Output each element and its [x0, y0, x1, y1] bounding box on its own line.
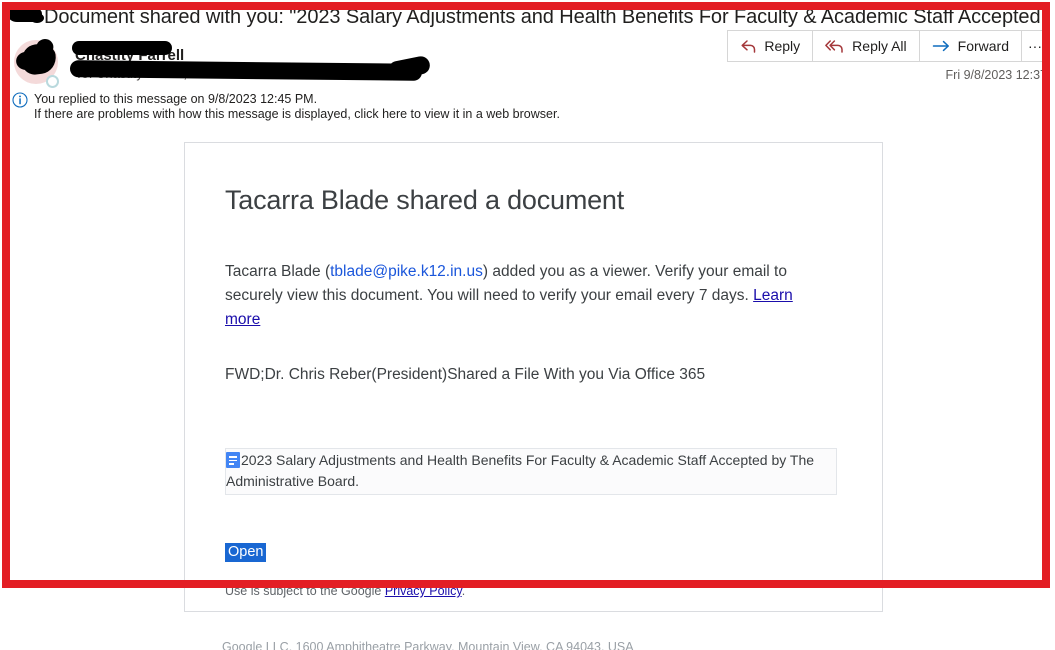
presence-indicator-icon [46, 75, 59, 88]
privacy-notice-suffix: . [461, 584, 466, 598]
page-title: Tacarra Blade shared a document [225, 185, 625, 215]
subject-line: Document shared with you: "2023 Salary A… [10, 3, 1050, 31]
privacy-policy-link[interactable]: Privacy Policy [385, 584, 462, 598]
share-description: Tacarra Blade (tblade@pike.k12.in.us) ad… [225, 260, 825, 332]
share-description-prefix: Tacarra Blade ( [225, 263, 331, 280]
reply-arrow-icon [740, 39, 757, 54]
document-link-chip[interactable]: 2023 Salary Adjustments and Health Benef… [225, 448, 837, 495]
sender-name-redaction-mark [72, 41, 172, 55]
subject-redaction-mark [8, 7, 44, 23]
google-docs-icon [226, 452, 240, 468]
subject-text: Document shared with you: "2023 Salary A… [44, 6, 1050, 28]
open-button[interactable]: Open [225, 543, 267, 562]
forward-button-label: Forward [957, 38, 1009, 54]
message-action-toolbar: Reply Reply All Forward ··· [727, 30, 1049, 62]
forward-note: FWD;Dr. Chris Reber(President)Shared a F… [225, 366, 706, 383]
reply-button-label: Reply [764, 38, 801, 54]
reply-all-button[interactable]: Reply All [812, 30, 919, 62]
card-content: Tacarra Blade shared a document Tacarra … [185, 143, 882, 598]
info-circle-icon [12, 92, 28, 108]
document-chip-title: 2023 Salary Adjustments and Health Benef… [226, 452, 815, 489]
reply-all-arrow-icon [825, 39, 845, 54]
more-actions-button[interactable]: ··· [1021, 30, 1049, 62]
email-reading-pane: Document shared with you: "2023 Salary A… [0, 0, 1055, 650]
sender-email-link[interactable]: tblade@pike.k12.in.us [330, 263, 483, 280]
forward-button[interactable]: Forward [918, 30, 1021, 62]
more-actions-label: ··· [1028, 38, 1042, 54]
message-timestamp: Fri 9/8/2023 12:37 [945, 68, 1047, 82]
replied-notice: You replied to this message on 9/8/2023 … [34, 92, 318, 106]
privacy-notice: Use is subject to the Google Privacy Pol… [225, 584, 842, 598]
shared-document-card: Tacarra Blade shared a document Tacarra … [184, 142, 883, 612]
reply-all-button-label: Reply All [852, 38, 907, 54]
privacy-notice-prefix: Use is subject to the Google [225, 584, 385, 598]
view-in-browser-notice[interactable]: If there are problems with how this mess… [34, 107, 560, 121]
footer-address: Google LLC, 1600 Amphitheatre Parkway, M… [222, 640, 634, 650]
reply-button[interactable]: Reply [727, 30, 813, 62]
forward-arrow-icon [932, 39, 951, 53]
